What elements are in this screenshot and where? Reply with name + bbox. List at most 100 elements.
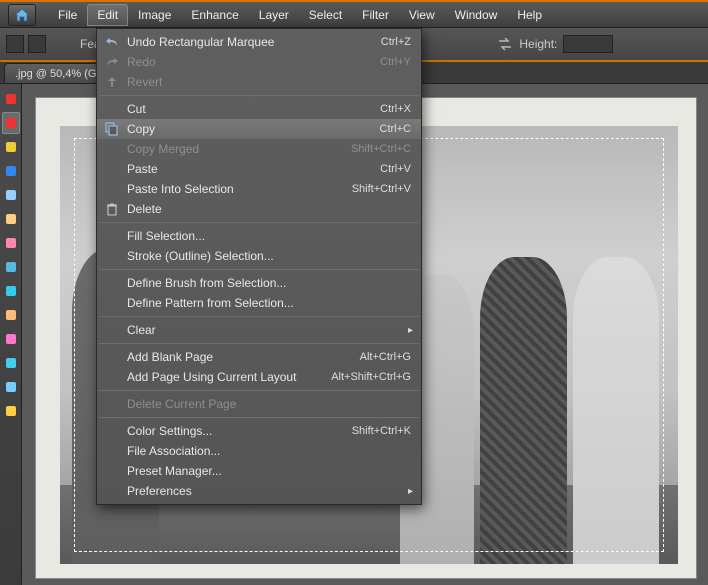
tool-heal[interactable] — [2, 232, 20, 254]
marquee-icon — [5, 117, 17, 129]
menu-item-shortcut: Shift+Ctrl+C — [351, 143, 411, 155]
tool-blur[interactable] — [2, 376, 20, 398]
height-input[interactable] — [563, 35, 613, 53]
document-tab-label: .jpg @ 50,4% (G — [15, 68, 96, 80]
heal-icon — [5, 237, 17, 249]
menu-separator — [99, 95, 419, 96]
tool-mode-button[interactable] — [28, 35, 46, 53]
tool-preset-button[interactable] — [6, 35, 24, 53]
menu-item-label: Copy — [123, 122, 380, 136]
menu-item-label: Delete Current Page — [123, 397, 411, 411]
menu-item-file-association[interactable]: File Association... — [97, 441, 421, 461]
menu-item-clear[interactable]: Clear — [97, 320, 421, 340]
copy-icon — [105, 122, 119, 136]
menu-item-cut[interactable]: CutCtrl+X — [97, 99, 421, 119]
menu-item-label: Paste — [123, 162, 380, 176]
menu-separator — [99, 390, 419, 391]
menu-enhance[interactable]: Enhance — [181, 4, 248, 26]
tool-wand[interactable] — [2, 160, 20, 182]
menu-window[interactable]: Window — [445, 4, 508, 26]
menu-item-shortcut: Alt+Ctrl+G — [360, 351, 411, 363]
menu-item-copy[interactable]: CopyCtrl+C — [97, 119, 421, 139]
menu-select[interactable]: Select — [299, 4, 352, 26]
menu-item-shortcut: Ctrl+C — [380, 123, 411, 135]
menu-separator — [99, 222, 419, 223]
menu-item-shortcut: Ctrl+Z — [381, 36, 411, 48]
blur-icon — [5, 381, 17, 393]
menu-view[interactable]: View — [399, 4, 445, 26]
lasso-icon — [5, 141, 17, 153]
menu-item-color-settings[interactable]: Color Settings...Shift+Ctrl+K — [97, 421, 421, 441]
menu-item-revert: Revert — [97, 72, 421, 92]
wand-icon — [5, 165, 17, 177]
menu-edit[interactable]: Edit — [87, 4, 128, 26]
swap-icon[interactable] — [497, 36, 513, 52]
menu-item-paste[interactable]: PasteCtrl+V — [97, 159, 421, 179]
document-tab[interactable]: .jpg @ 50,4% (G — [4, 63, 107, 83]
home-button[interactable] — [8, 4, 36, 26]
tool-marquee[interactable] — [2, 112, 20, 134]
menu-image[interactable]: Image — [128, 4, 181, 26]
menu-item-label: Define Pattern from Selection... — [123, 296, 411, 310]
crop-icon — [5, 189, 17, 201]
menu-separator — [99, 316, 419, 317]
tool-eyedropper[interactable] — [2, 208, 20, 230]
menu-item-label: File Association... — [123, 444, 411, 458]
tool-gradient[interactable] — [2, 352, 20, 374]
home-icon — [14, 8, 30, 22]
menu-separator — [99, 343, 419, 344]
menu-item-delete[interactable]: Delete — [97, 199, 421, 219]
tool-eraser[interactable] — [2, 304, 20, 326]
menu-layer[interactable]: Layer — [249, 4, 299, 26]
tool-sponge[interactable] — [2, 400, 20, 422]
eyedropper-icon — [5, 213, 17, 225]
menu-item-label: Clear — [123, 323, 411, 337]
menu-item-label: Color Settings... — [123, 424, 352, 438]
menu-item-label: Revert — [123, 75, 411, 89]
fill-icon — [5, 333, 17, 345]
menu-file[interactable]: File — [48, 4, 87, 26]
menu-item-label: Preset Manager... — [123, 464, 411, 478]
menu-item-label: Delete — [123, 202, 411, 216]
menu-item-shortcut: Ctrl+V — [380, 163, 411, 175]
menu-separator — [99, 417, 419, 418]
menu-item-add-blank-page[interactable]: Add Blank PageAlt+Ctrl+G — [97, 347, 421, 367]
eraser-icon — [5, 309, 17, 321]
menu-item-shortcut: Ctrl+Y — [380, 56, 411, 68]
menu-filter[interactable]: Filter — [352, 4, 399, 26]
menu-item-preferences[interactable]: Preferences — [97, 481, 421, 501]
menu-item-fill-selection[interactable]: Fill Selection... — [97, 226, 421, 246]
menu-item-label: Redo — [123, 55, 380, 69]
trash-icon — [106, 203, 118, 216]
menu-help[interactable]: Help — [507, 4, 552, 26]
tool-crop[interactable] — [2, 184, 20, 206]
menu-item-label: Add Page Using Current Layout — [123, 370, 331, 384]
redo-icon — [105, 56, 119, 68]
edit-menu-dropdown: Undo Rectangular MarqueeCtrl+ZRedoCtrl+Y… — [96, 28, 422, 505]
menu-item-copy-merged: Copy MergedShift+Ctrl+C — [97, 139, 421, 159]
tool-clone[interactable] — [2, 280, 20, 302]
gradient-icon — [5, 357, 17, 369]
menu-item-label: Add Blank Page — [123, 350, 360, 364]
tool-brush[interactable] — [2, 256, 20, 278]
height-label: Height: — [519, 37, 557, 51]
menu-item-define-pattern-from-selection[interactable]: Define Pattern from Selection... — [97, 293, 421, 313]
tool-move[interactable] — [2, 88, 20, 110]
menu-item-define-brush-from-selection[interactable]: Define Brush from Selection... — [97, 273, 421, 293]
menu-item-preset-manager[interactable]: Preset Manager... — [97, 461, 421, 481]
menubar: FileEditImageEnhanceLayerSelectFilterVie… — [0, 2, 708, 28]
tool-lasso[interactable] — [2, 136, 20, 158]
clone-icon — [5, 285, 17, 297]
sponge-icon — [5, 405, 17, 417]
menu-item-label: Undo Rectangular Marquee — [123, 35, 381, 49]
revert-icon — [106, 76, 118, 88]
tool-strip — [0, 84, 22, 585]
menu-item-redo: RedoCtrl+Y — [97, 52, 421, 72]
menu-item-add-page-using-current-layout[interactable]: Add Page Using Current LayoutAlt+Shift+C… — [97, 367, 421, 387]
menu-item-undo-rectangular-marquee[interactable]: Undo Rectangular MarqueeCtrl+Z — [97, 32, 421, 52]
menu-item-paste-into-selection[interactable]: Paste Into SelectionShift+Ctrl+V — [97, 179, 421, 199]
menu-item-stroke-outline-selection[interactable]: Stroke (Outline) Selection... — [97, 246, 421, 266]
undo-icon — [105, 36, 119, 48]
menu-item-label: Stroke (Outline) Selection... — [123, 249, 411, 263]
tool-fill[interactable] — [2, 328, 20, 350]
